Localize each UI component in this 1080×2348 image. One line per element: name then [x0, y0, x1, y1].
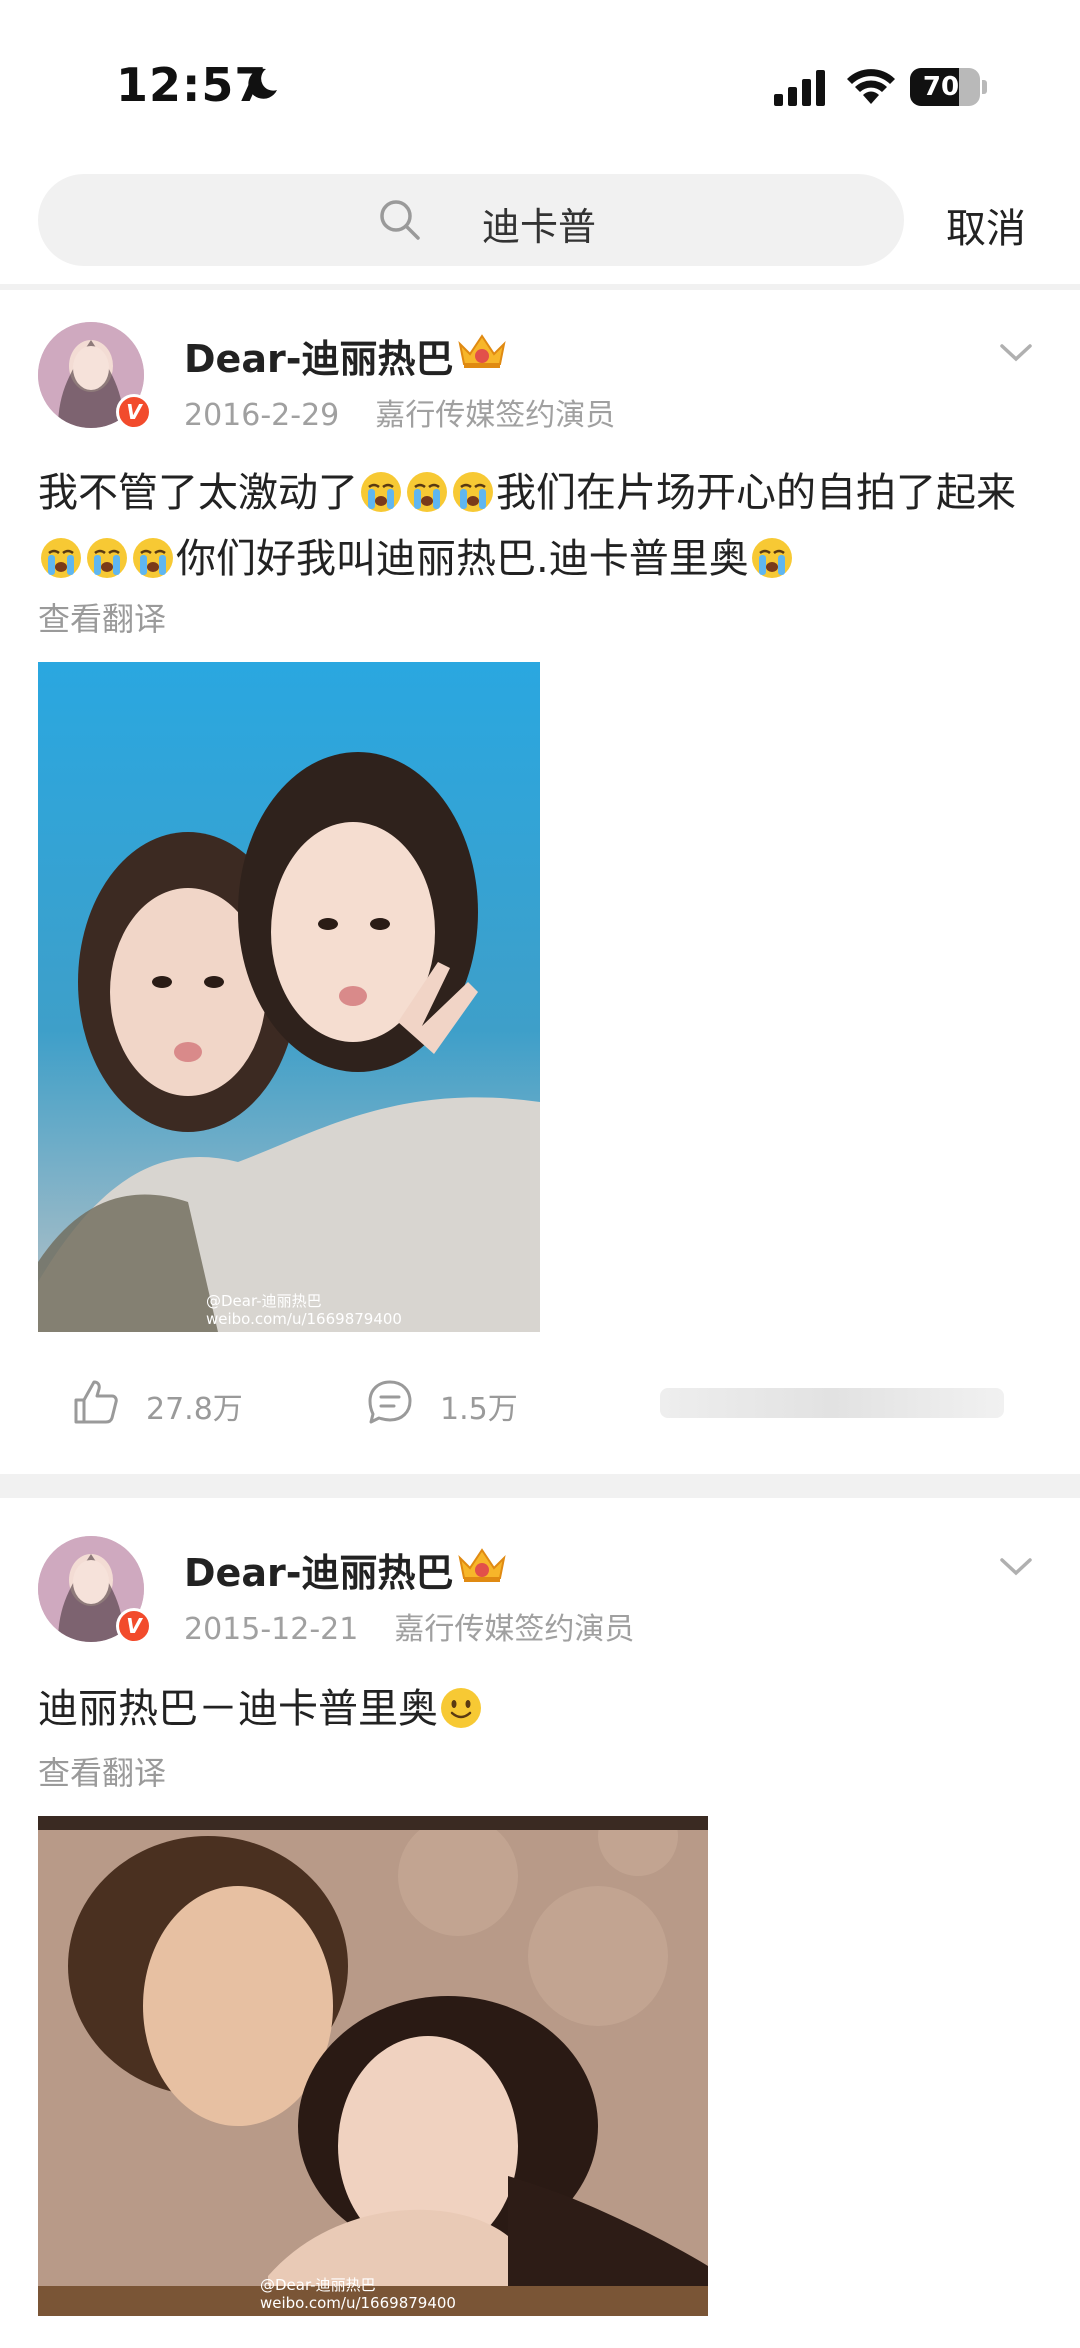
- divider: [0, 284, 1080, 290]
- wifi-icon: [847, 69, 895, 104]
- thumbs-up-icon[interactable]: [72, 1378, 120, 1426]
- crying-face-icon: [131, 534, 175, 578]
- post-text: 我不管了太激动了 我们在片场开心的自拍了起来你们好我叫迪丽热巴.迪卡普里奥: [38, 460, 1048, 592]
- like-count: 27.8万: [146, 1392, 243, 1427]
- post-meta: 2015-12-21 嘉行传媒签约演员: [184, 1604, 634, 1648]
- translate-link[interactable]: 查看翻译: [38, 1748, 166, 1794]
- post-date: 2016-2-29: [184, 398, 340, 433]
- battery-level-text: 70: [922, 72, 960, 102]
- post-username[interactable]: Dear-迪丽热巴: [184, 1542, 453, 1597]
- moon-icon: [248, 68, 277, 99]
- crown-badge-icon: [458, 334, 506, 368]
- post-meta: 2016-2-29 嘉行传媒签约演员: [184, 390, 615, 434]
- search-input[interactable]: 迪卡普: [38, 174, 904, 266]
- crying-face-icon: [750, 534, 794, 578]
- cellular-signal-icon: [774, 70, 825, 106]
- translate-link[interactable]: 查看翻译: [38, 594, 166, 640]
- post-photo[interactable]: @Dear-迪丽热巴 weibo.com/u/1669879400: [38, 1816, 708, 2316]
- status-bar: 12:57 70: [0, 0, 1080, 170]
- post-text: 迪丽热巴－迪卡普里奥: [38, 1676, 1048, 1742]
- crying-face-icon: [359, 468, 403, 512]
- post-source: 嘉行传媒签约演员: [375, 398, 616, 433]
- battery-indicator: 70: [910, 68, 987, 106]
- crying-face-icon: [405, 468, 449, 512]
- chevron-down-icon[interactable]: [998, 342, 1034, 364]
- photo-watermark: @Dear-迪丽热巴 weibo.com/u/1669879400: [260, 2276, 456, 2312]
- verified-badge-icon: V: [116, 1608, 152, 1644]
- post-text-segment: 你们好我叫迪丽热巴.迪卡普里奥: [176, 536, 749, 582]
- cancel-button[interactable]: 取消: [946, 196, 1026, 254]
- post-username[interactable]: Dear-迪丽热巴: [184, 328, 453, 383]
- share-action-blurred[interactable]: [660, 1388, 1004, 1418]
- post-actions: 27.8万 1.5万: [0, 1368, 1080, 1438]
- crying-face-icon: [39, 534, 83, 578]
- post-date: 2015-12-21: [184, 1612, 359, 1647]
- search-query-text: 迪卡普: [482, 205, 597, 249]
- chevron-down-icon[interactable]: [998, 1556, 1034, 1578]
- search-icon: [380, 200, 420, 240]
- post-source: 嘉行传媒签约演员: [394, 1612, 635, 1647]
- crying-face-icon: [85, 534, 129, 578]
- comment-count: 1.5万: [440, 1392, 518, 1427]
- crying-face-icon: [451, 468, 495, 512]
- verified-badge-icon: V: [116, 394, 152, 430]
- smiling-face-icon: [439, 1684, 483, 1728]
- crown-badge-icon: [458, 1548, 506, 1582]
- post-text-segment: 我们在片场开心的自拍了起来: [496, 470, 1016, 516]
- post-text-segment: 迪丽热巴－迪卡普里奥: [38, 1686, 438, 1732]
- photo-watermark: @Dear-迪丽热巴 weibo.com/u/1669879400: [206, 1292, 402, 1328]
- post-photo[interactable]: @Dear-迪丽热巴 weibo.com/u/1669879400: [38, 662, 540, 1332]
- divider: [0, 1474, 1080, 1498]
- post-text-segment: 我不管了太激动了: [38, 470, 358, 516]
- comment-icon[interactable]: [366, 1378, 414, 1426]
